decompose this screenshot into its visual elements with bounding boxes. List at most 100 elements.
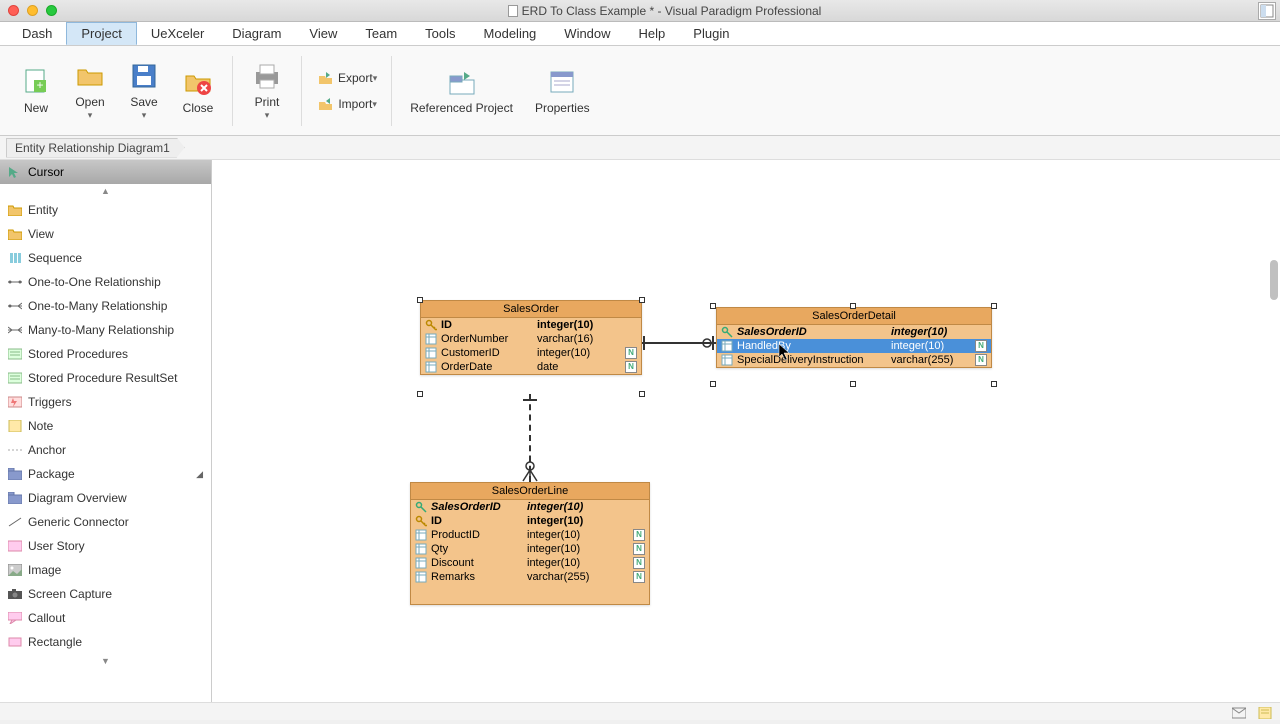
resize-handle[interactable] [710,303,716,309]
resize-handle[interactable] [991,303,997,309]
palette-item-one-to-many-relationship[interactable]: One-to-Many Relationship [0,294,211,318]
palette-item-label: Generic Connector [28,515,129,529]
resize-handle[interactable] [639,297,645,303]
palette-item-stored-procedure-resultset[interactable]: Stored Procedure ResultSet [0,366,211,390]
palette-item-label: Screen Capture [28,587,112,601]
menu-project[interactable]: Project [66,22,136,45]
palette-item-anchor[interactable]: Anchor [0,438,211,462]
properties-button[interactable]: Properties [525,62,600,119]
palette-scroll-down[interactable]: ▼ [0,654,211,668]
note-status-icon[interactable] [1258,706,1272,718]
cap-icon [8,588,22,600]
entity-column[interactable]: CustomerIDinteger(10)N [421,346,641,360]
palette-item-callout[interactable]: Callout [0,606,211,630]
menu-dash[interactable]: Dash [8,22,66,45]
column-datatype: integer(10) [537,319,621,331]
palette-item-screen-capture[interactable]: Screen Capture [0,582,211,606]
entity-column[interactable]: Remarksvarchar(255)N [411,570,649,584]
print-button[interactable]: Print▾ [241,56,293,125]
palette-item-label: One-to-One Relationship [28,275,161,289]
entity-title: SalesOrder [421,301,641,318]
import-button[interactable]: Import ▾ [310,93,383,115]
menu-modeling[interactable]: Modeling [470,22,551,45]
palette-item-package[interactable]: Package◢ [0,462,211,486]
menu-diagram[interactable]: Diagram [218,22,295,45]
img-icon [8,564,22,576]
entity-column[interactable]: OrderDatedateN [421,360,641,374]
palette-item-note[interactable]: Note [0,414,211,438]
column-datatype: integer(10) [527,543,629,555]
column-type-icon [425,347,437,359]
zoom-window-icon[interactable] [46,5,57,16]
menu-team[interactable]: Team [351,22,411,45]
open-button[interactable]: Open▾ [64,56,116,125]
resize-handle[interactable] [991,381,997,387]
main-area: Cursor ▲ EntityViewSequence One-to-One Re… [0,160,1280,702]
entity-salesorder[interactable]: SalesOrder IDinteger(10)OrderNumbervarch… [420,300,642,375]
referenced-project-button[interactable]: Referenced Project [400,62,523,119]
menu-view[interactable]: View [295,22,351,45]
resize-handle[interactable] [710,381,716,387]
entity-column[interactable]: IDinteger(10) [411,514,649,528]
relnn-icon [8,324,22,336]
view-toggle-icon[interactable] [1258,2,1276,20]
resize-handle[interactable] [639,391,645,397]
column-type-icon [415,529,427,541]
column-type-icon [721,354,733,366]
menu-help[interactable]: Help [625,22,680,45]
menu-window[interactable]: Window [550,22,624,45]
resize-handle[interactable] [850,303,856,309]
diagram-canvas[interactable]: SalesOrder IDinteger(10)OrderNumbervarch… [212,160,1280,702]
minimize-window-icon[interactable] [27,5,38,16]
palette-item-label: One-to-Many Relationship [28,299,167,313]
scrollbar-thumb[interactable] [1270,260,1278,300]
entity-column[interactable]: SalesOrderIDinteger(10) [411,500,649,514]
close-button[interactable]: Close [172,62,224,119]
palette-cursor[interactable]: Cursor [0,160,211,184]
resize-handle[interactable] [417,391,423,397]
palette-item-many-to-many-relationship[interactable]: Many-to-Many Relationship [0,318,211,342]
palette-scroll-up[interactable]: ▲ [0,184,211,198]
menu-plugin[interactable]: Plugin [679,22,743,45]
properties-icon [546,66,578,98]
entity-column[interactable]: Discountinteger(10)N [411,556,649,570]
column-type-icon [425,361,437,373]
mouse-cursor-icon [778,343,792,366]
palette-item-entity[interactable]: Entity [0,198,211,222]
palette-item-diagram-overview[interactable]: Diagram Overview [0,486,211,510]
export-button[interactable]: Export ▾ [310,67,383,89]
entity-column[interactable]: OrderNumbervarchar(16) [421,332,641,346]
resize-handle[interactable] [850,381,856,387]
menu-tools[interactable]: Tools [411,22,469,45]
entity-salesorderline[interactable]: SalesOrderLine SalesOrderIDinteger(10)ID… [410,482,650,605]
palette-item-triggers[interactable]: Triggers [0,390,211,414]
palette-item-one-to-one-relationship[interactable]: One-to-One Relationship [0,270,211,294]
close-window-icon[interactable] [8,5,19,16]
entity-column[interactable]: ProductIDinteger(10)N [411,528,649,542]
entity-column[interactable]: HandledByinteger(10)N [717,339,991,353]
menu-uexceler[interactable]: UeXceler [137,22,218,45]
palette-item-label: Stored Procedure ResultSet [28,371,177,385]
palette-item-sequence[interactable]: Sequence [0,246,211,270]
palette-item-generic-connector[interactable]: Generic Connector [0,510,211,534]
palette-item-rectangle[interactable]: Rectangle [0,630,211,654]
rel11-icon [8,276,22,288]
palette-item-image[interactable]: Image [0,558,211,582]
line-icon [8,516,22,528]
save-button[interactable]: Save▾ [118,56,170,125]
entity-salesorderdetail[interactable]: SalesOrderDetail SalesOrderIDinteger(10)… [716,307,992,368]
entity-column[interactable]: Qtyinteger(10)N [411,542,649,556]
resize-handle[interactable] [417,297,423,303]
mail-icon[interactable] [1232,706,1246,718]
entity-column[interactable]: SalesOrderIDinteger(10) [717,325,991,339]
call-icon [8,612,22,624]
entity-column[interactable]: IDinteger(10) [421,318,641,332]
new-button[interactable]: +New [10,62,62,119]
palette-item-stored-procedures[interactable]: Stored Procedures [0,342,211,366]
column-datatype: integer(10) [527,501,629,513]
breadcrumb-item[interactable]: Entity Relationship Diagram1 [6,138,185,158]
palette-item-view[interactable]: View [0,222,211,246]
entity-column[interactable]: SpecialDeliveryInstructionvarchar(255)N [717,353,991,367]
column-name: Remarks [431,571,523,583]
palette-item-user-story[interactable]: User Story [0,534,211,558]
